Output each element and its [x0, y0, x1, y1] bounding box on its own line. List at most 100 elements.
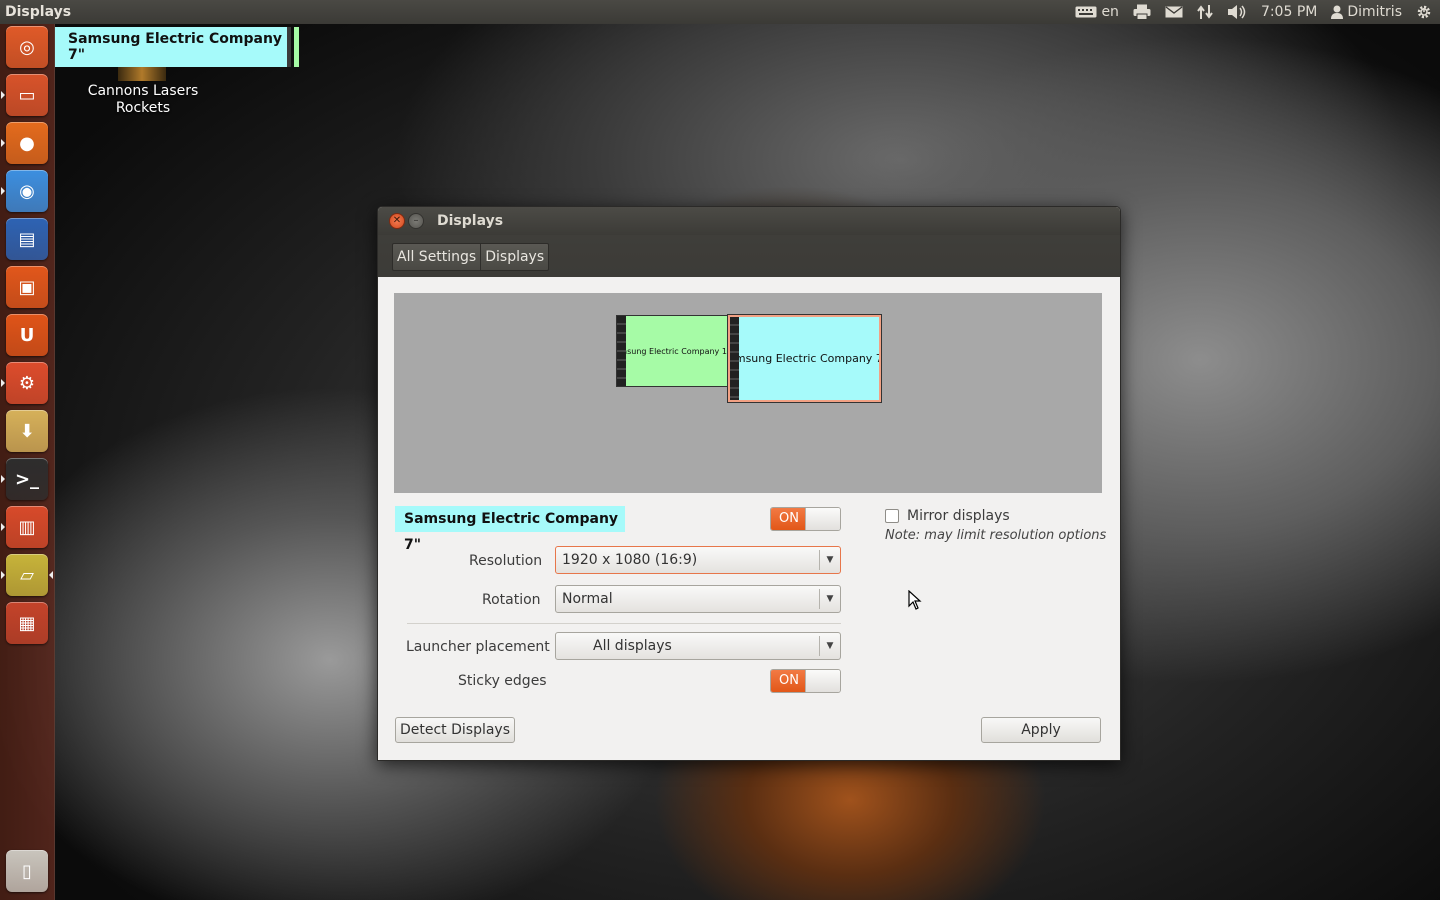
- launcher-placement-label: Launcher placement: [406, 639, 550, 655]
- user-icon: [1331, 5, 1344, 19]
- chevron-down-icon: ▼: [819, 589, 840, 609]
- rotation-value: Normal: [562, 591, 613, 607]
- launcher-placement-select[interactable]: All displays ▼: [555, 632, 841, 660]
- launcher-dash-home[interactable]: ◎: [6, 26, 48, 68]
- user-menu[interactable]: Dimitris: [1331, 4, 1402, 20]
- session-menu[interactable]: [1416, 4, 1432, 20]
- launcher-startup-disk-creator[interactable]: ▥: [6, 506, 48, 548]
- clock[interactable]: 7:05 PM: [1261, 4, 1317, 20]
- libreoffice-writer-icon: ▤: [18, 228, 36, 250]
- mirror-note: Note: may limit resolution options: [885, 528, 1107, 543]
- close-icon: ✕: [392, 215, 402, 226]
- launcher-workspace-switcher[interactable]: ▦: [6, 602, 48, 644]
- mirror-displays-option[interactable]: Mirror displays: [885, 508, 1010, 524]
- secondary-display-label-edge: [294, 27, 299, 67]
- launcher-chrome[interactable]: ◉: [6, 170, 48, 212]
- startup-disk-creator-icon: ▥: [18, 516, 36, 538]
- rotation-label: Rotation: [482, 592, 541, 608]
- detect-displays-button[interactable]: Detect Displays: [395, 717, 515, 743]
- minimize-button[interactable]: –: [408, 213, 424, 229]
- monitor-edge-strip: [730, 317, 739, 400]
- mail-icon: [1165, 6, 1183, 18]
- trash-icon: ▯: [22, 860, 32, 882]
- running-indicator: [1, 571, 5, 579]
- printer-indicator[interactable]: [1133, 4, 1151, 20]
- launcher-trash[interactable]: ▯: [6, 850, 48, 892]
- printer-icon: [1133, 4, 1151, 20]
- monitor-19in[interactable]: Samsung Electric Company 19": [616, 315, 729, 387]
- launcher-placement-value: All displays: [593, 638, 672, 654]
- terminal-icon: >_: [14, 468, 40, 490]
- volume-indicator[interactable]: [1227, 4, 1247, 20]
- software-center-icon: ▣: [18, 276, 36, 298]
- mail-indicator[interactable]: [1165, 5, 1183, 19]
- displays-icon: ▱: [20, 564, 34, 586]
- monitor-edge-strip: [617, 316, 626, 386]
- launcher-software-center[interactable]: ▣: [6, 266, 48, 308]
- running-indicator: [1, 91, 5, 99]
- monitor-7in-label: Samsung Electric Company 7": [728, 352, 881, 365]
- launcher-system-settings[interactable]: ⚙: [6, 362, 48, 404]
- toggle-on-label: ON: [771, 670, 807, 692]
- resolution-label: Resolution: [469, 553, 543, 569]
- mirror-displays-checkbox[interactable]: [885, 509, 899, 523]
- launcher-libreoffice-writer[interactable]: ▤: [6, 218, 48, 260]
- toggle-knob: [805, 670, 840, 692]
- top-panel: Displays en 7:05 PM Dimitris: [0, 0, 1440, 24]
- gear-icon: [1417, 5, 1431, 19]
- firefox-icon: ●: [19, 132, 35, 154]
- section-divider: [407, 623, 841, 624]
- breadcrumb: All Settings Displays: [392, 243, 550, 271]
- keyboard-icon: [1075, 6, 1097, 18]
- mouse-pointer-icon: [908, 590, 922, 610]
- selected-display-name: Samsung Electric Company 7": [395, 506, 625, 553]
- desktop-file-icon[interactable]: [118, 67, 166, 81]
- desktop-file-label[interactable]: Cannons Lasers Rockets: [80, 83, 206, 117]
- resolution-value: 1920 x 1080 (16:9): [562, 552, 698, 568]
- toggle-on-label: ON: [771, 508, 807, 530]
- window-titlebar[interactable]: ✕ – Displays: [378, 207, 1120, 235]
- focused-indicator: [49, 571, 53, 579]
- launcher-terminal[interactable]: >_: [6, 458, 48, 500]
- minimize-icon: –: [413, 215, 419, 226]
- monitor-arrangement-area[interactable]: Samsung Electric Company 19" Samsung Ele…: [394, 293, 1102, 493]
- launcher: ◎ ▭ ● ◉ ▤ ▣ U ⚙ ⬇ >_ ▥ ▱ ▦ ▯: [0, 24, 55, 900]
- launcher-firefox[interactable]: ●: [6, 122, 48, 164]
- resolution-select[interactable]: 1920 x 1080 (16:9) ▼: [555, 546, 841, 574]
- network-indicator[interactable]: [1197, 4, 1213, 20]
- launcher-displays[interactable]: ▱: [6, 554, 48, 596]
- displays-window: ✕ – Displays All Settings Displays Samsu…: [377, 206, 1121, 761]
- user-name: Dimitris: [1347, 4, 1402, 20]
- running-indicator: [1, 475, 5, 483]
- window-toolbar: All Settings Displays: [378, 235, 1120, 277]
- launcher-archive-manager[interactable]: ⬇: [6, 410, 48, 452]
- launcher-files[interactable]: ▭: [6, 74, 48, 116]
- network-icon: [1197, 5, 1213, 19]
- monitor-7in[interactable]: Samsung Electric Company 7": [727, 314, 882, 403]
- breadcrumb-displays[interactable]: Displays: [480, 244, 548, 270]
- display-power-toggle[interactable]: ON: [770, 507, 841, 531]
- chrome-icon: ◉: [19, 180, 35, 202]
- sticky-edges-toggle[interactable]: ON: [770, 669, 841, 693]
- indicator-area: en 7:05 PM Dimitris: [1075, 4, 1440, 20]
- display-identification-label: Samsung Electric Company 7": [55, 27, 291, 67]
- ubuntu-one-icon: U: [19, 324, 35, 346]
- files-icon: ▭: [18, 84, 36, 106]
- window-title: Displays: [437, 213, 504, 229]
- volume-icon: [1227, 5, 1246, 19]
- dash-home-icon: ◎: [19, 36, 35, 58]
- close-button[interactable]: ✕: [389, 213, 405, 229]
- launcher-ubuntu-one[interactable]: U: [6, 314, 48, 356]
- monitor-19in-label: Samsung Electric Company 19": [617, 346, 728, 356]
- workspace-switcher-icon: ▦: [18, 612, 36, 634]
- keyboard-indicator[interactable]: en: [1075, 4, 1119, 20]
- apply-button[interactable]: Apply: [981, 717, 1101, 743]
- chevron-down-icon: ▼: [819, 636, 840, 656]
- running-indicator: [1, 139, 5, 147]
- system-settings-icon: ⚙: [18, 372, 36, 394]
- rotation-select[interactable]: Normal ▼: [555, 585, 841, 613]
- breadcrumb-all-settings[interactable]: All Settings: [393, 244, 480, 270]
- toggle-knob: [805, 508, 840, 530]
- chevron-down-icon: ▼: [819, 550, 840, 570]
- archive-manager-icon: ⬇: [19, 420, 35, 442]
